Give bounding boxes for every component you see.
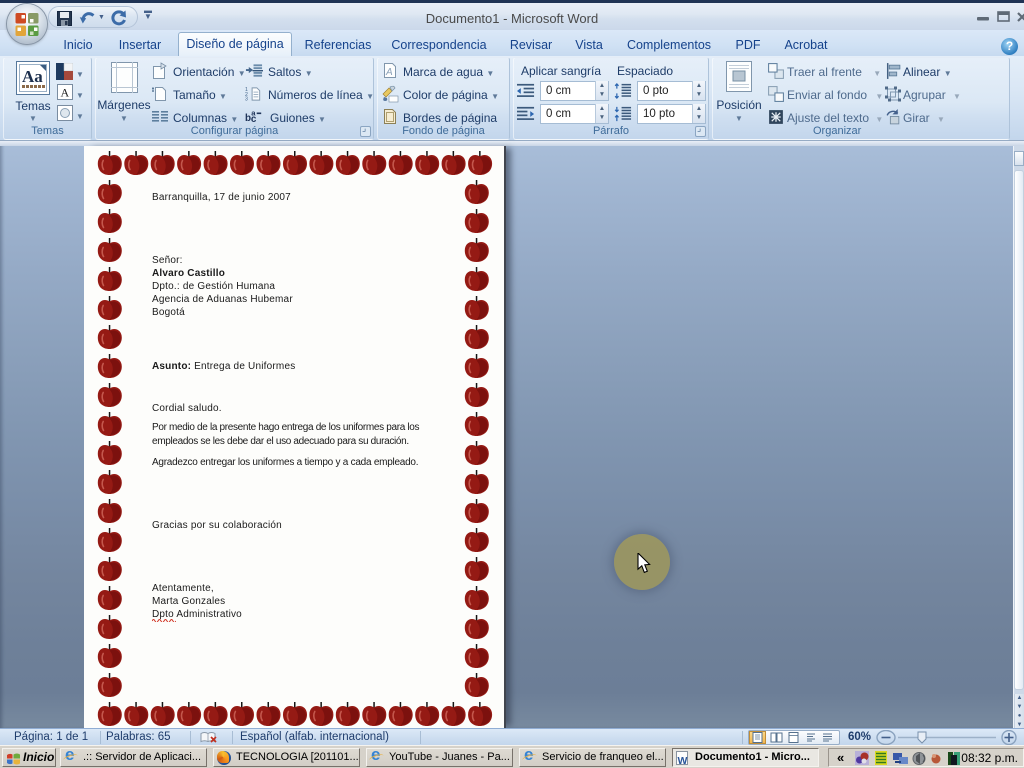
svg-text:a: a [251, 109, 256, 118]
svg-text:Aa: Aa [22, 67, 43, 86]
svg-text:A: A [385, 67, 393, 78]
svg-text:A: A [61, 86, 70, 100]
svg-text:3: 3 [245, 97, 248, 103]
